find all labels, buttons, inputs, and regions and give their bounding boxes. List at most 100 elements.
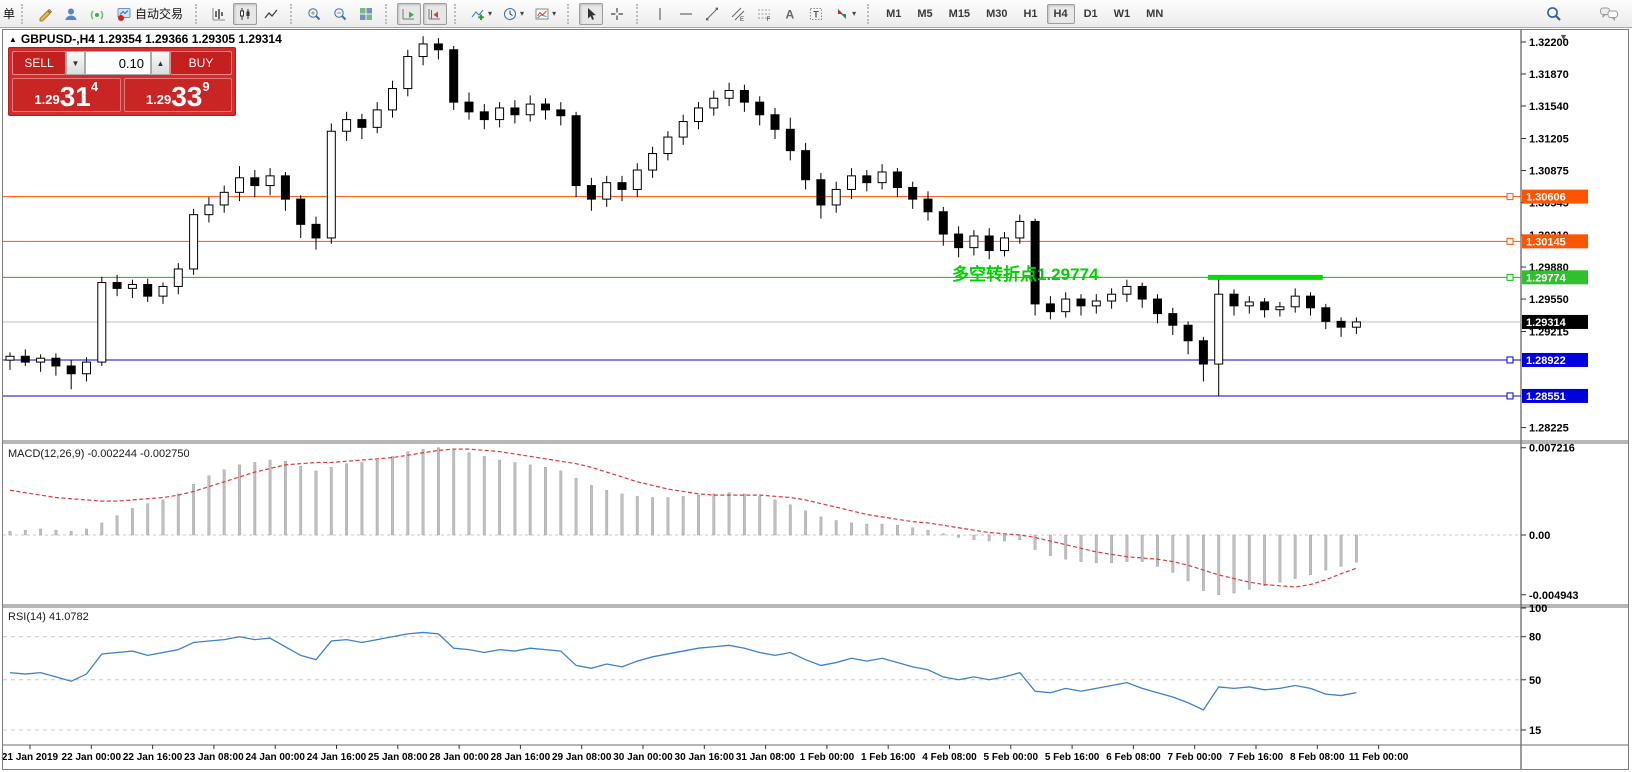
svg-text:-0.004943: -0.004943	[1529, 590, 1579, 602]
crosshair-icon[interactable]	[605, 3, 629, 25]
svg-text:24 Jan 16:00: 24 Jan 16:00	[307, 752, 367, 763]
svg-text:1.29550: 1.29550	[1529, 294, 1569, 306]
svg-text:21 Jan 2019: 21 Jan 2019	[3, 752, 59, 763]
svg-text:1.31540: 1.31540	[1529, 101, 1569, 113]
buy-price-big: 33	[171, 84, 202, 110]
auto-scroll-icon[interactable]	[397, 3, 421, 25]
price-axis-labels[interactable]: 1.322001.318701.315401.312051.308751.305…	[1521, 37, 1588, 737]
axes[interactable]	[3, 30, 1628, 769]
svg-text:1.28225: 1.28225	[1529, 423, 1569, 435]
period-M1[interactable]: M1	[879, 4, 908, 24]
svg-text:31 Jan 08:00: 31 Jan 08:00	[736, 752, 796, 763]
arrows-button[interactable]: ▾	[830, 3, 860, 25]
period-W1[interactable]: W1	[1107, 4, 1138, 24]
svg-text:8 Feb 08:00: 8 Feb 08:00	[1290, 752, 1345, 763]
svg-text:28 Jan 00:00: 28 Jan 00:00	[429, 752, 489, 763]
macd-indicator-label: MACD(12,26,9) -0.002244 -0.002750	[8, 448, 190, 460]
period-MN[interactable]: MN	[1139, 4, 1170, 24]
rsi-pane[interactable]	[3, 632, 1521, 730]
svg-text:T: T	[813, 9, 819, 19]
svg-text:15: 15	[1529, 725, 1541, 737]
svg-text:1.28551: 1.28551	[1526, 391, 1566, 403]
chart-shift-marker-icon[interactable]: ▼	[1559, 32, 1568, 42]
svg-text:E: E	[740, 17, 744, 22]
svg-text:1.31205: 1.31205	[1529, 134, 1569, 146]
svg-text:1.31870: 1.31870	[1529, 69, 1569, 81]
svg-text:1.30875: 1.30875	[1529, 166, 1569, 178]
fibonacci-icon[interactable]: F	[752, 3, 776, 25]
svg-text:80: 80	[1529, 632, 1541, 644]
chart-window[interactable]: 1.322001.318701.315401.312051.308751.305…	[2, 29, 1629, 770]
search-icon[interactable]	[1542, 3, 1566, 25]
time-axis-labels[interactable]: 21 Jan 201922 Jan 00:0022 Jan 16:0023 Ja…	[3, 745, 1409, 763]
svg-text:1 Feb 00:00: 1 Feb 00:00	[800, 752, 855, 763]
equidistant-channel-icon[interactable]: E	[726, 3, 750, 25]
svg-text:A: A	[786, 7, 795, 21]
toolbar-separator	[385, 4, 391, 24]
chart-shift-icon[interactable]	[423, 3, 447, 25]
autotrading-button[interactable]: 自动交易	[111, 3, 188, 25]
chevron-down-icon: ▾	[552, 9, 556, 18]
period-H1[interactable]: H1	[1016, 4, 1044, 24]
vertical-line-icon[interactable]	[648, 3, 672, 25]
bar-chart-icon[interactable]	[207, 3, 231, 25]
svg-text:7 Feb 16:00: 7 Feb 16:00	[1229, 752, 1284, 763]
volume-up-button[interactable]: ▲	[151, 51, 170, 75]
toolbar-separator	[867, 4, 873, 24]
svg-text:0.007216: 0.007216	[1529, 443, 1575, 455]
symbol-ohlc-text: GBPUSD-,H4 1.29354 1.29366 1.29305 1.293…	[21, 32, 282, 46]
svg-text:5 Feb 00:00: 5 Feb 00:00	[984, 752, 1039, 763]
toolbar-separator	[454, 4, 460, 24]
horizontal-line-icon[interactable]	[674, 3, 698, 25]
svg-text:6 Feb 08:00: 6 Feb 08:00	[1106, 752, 1161, 763]
pencil-icon[interactable]	[33, 3, 57, 25]
trendline-icon[interactable]	[700, 3, 724, 25]
indicators-button[interactable]: ▾	[466, 3, 496, 25]
macd-pane[interactable]	[3, 448, 1521, 595]
periods-button[interactable]: ▾	[498, 3, 528, 25]
text-icon[interactable]: A	[778, 3, 802, 25]
volume-input[interactable]: 0.10	[85, 51, 151, 75]
user-icon[interactable]	[59, 3, 83, 25]
svg-text:24 Jan 00:00: 24 Jan 00:00	[245, 752, 305, 763]
text-label-icon[interactable]: T	[804, 3, 828, 25]
chat-icon[interactable]	[1598, 3, 1622, 25]
buy-price-small: 1.29	[146, 92, 171, 107]
toolbar-separator	[636, 4, 642, 24]
period-M30[interactable]: M30	[979, 4, 1014, 24]
zoom-out-icon[interactable]	[328, 3, 352, 25]
main-toolbar: 单 自动交易 ▾ ▾ ▾ E F A T ▾ M1M5M15M30H1H4D1W…	[0, 0, 1632, 28]
period-M5[interactable]: M5	[910, 4, 939, 24]
toolbar-separator	[21, 4, 27, 24]
chevron-down-icon: ▾	[852, 9, 856, 18]
period-M15[interactable]: M15	[942, 4, 977, 24]
panel-collapse-icon[interactable]: ▲	[9, 35, 17, 44]
signal-icon[interactable]	[85, 3, 109, 25]
new-order-button[interactable]: 单	[3, 5, 15, 22]
chevron-down-icon: ▾	[488, 9, 492, 18]
volume-down-button[interactable]: ▼	[66, 51, 85, 75]
autotrading-label: 自动交易	[135, 5, 183, 22]
sell-button[interactable]: SELL	[12, 51, 66, 75]
templates-icon	[534, 6, 550, 22]
svg-text:28 Jan 16:00: 28 Jan 16:00	[491, 752, 551, 763]
svg-text:1 Feb 16:00: 1 Feb 16:00	[861, 752, 916, 763]
cursor-icon[interactable]	[579, 3, 603, 25]
candlestick-chart-icon[interactable]	[233, 3, 257, 25]
svg-text:100: 100	[1529, 603, 1547, 615]
buy-price[interactable]: 1.29339	[124, 78, 233, 112]
svg-text:1.28922: 1.28922	[1526, 355, 1566, 367]
chart-canvas[interactable]: 1.322001.318701.315401.312051.308751.305…	[3, 30, 1628, 769]
sell-price[interactable]: 1.29314	[12, 78, 121, 112]
toolbar-separator	[290, 4, 296, 24]
line-chart-icon[interactable]	[259, 3, 283, 25]
sell-price-pip: 4	[91, 79, 98, 94]
buy-button[interactable]: BUY	[170, 51, 232, 75]
svg-text:1.29774: 1.29774	[1526, 272, 1567, 284]
period-D1[interactable]: D1	[1077, 4, 1105, 24]
templates-button[interactable]: ▾	[530, 3, 560, 25]
tile-windows-icon[interactable]	[354, 3, 378, 25]
period-H4[interactable]: H4	[1047, 4, 1075, 24]
svg-text:1.30606: 1.30606	[1526, 192, 1566, 204]
zoom-in-icon[interactable]	[302, 3, 326, 25]
